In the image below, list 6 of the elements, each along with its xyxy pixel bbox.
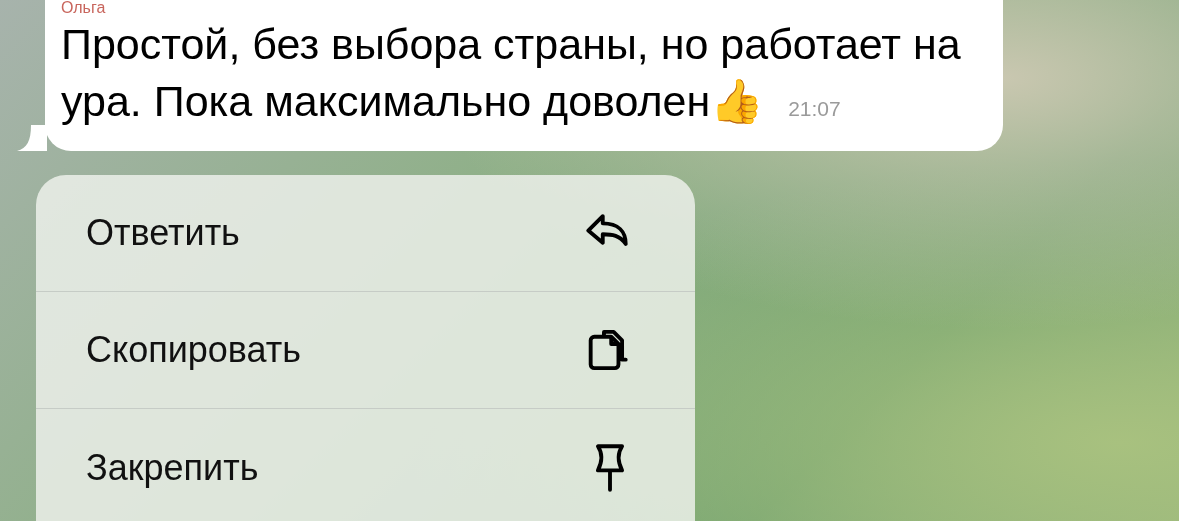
menu-item[interactable]: Скопировать: [36, 292, 695, 409]
menu-item[interactable]: Ответить: [36, 175, 695, 292]
menu-item[interactable]: Закрепить: [36, 409, 695, 521]
message-time: 21:07: [788, 97, 841, 120]
sender-name: Ольга: [61, 0, 107, 16]
message-text: Простой, без выбора страны, но работает на ура. Пока максимально доволен👍 21:07: [61, 19, 961, 127]
